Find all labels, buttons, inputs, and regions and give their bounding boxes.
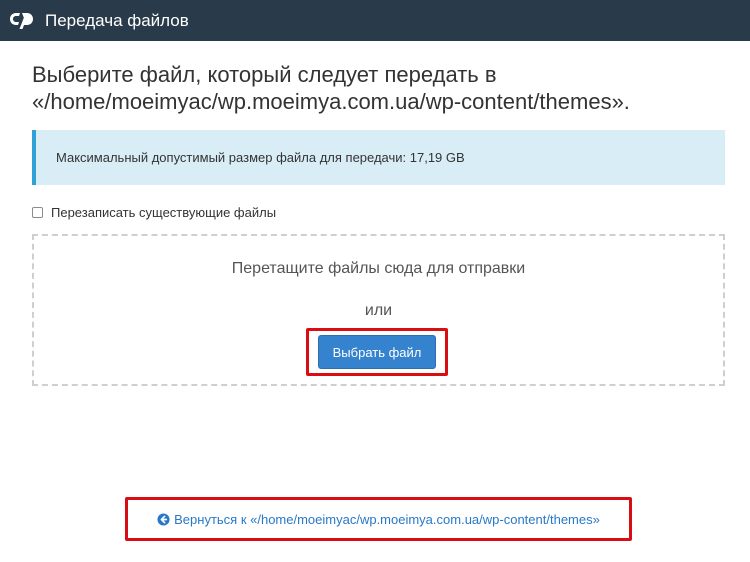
top-bar: Передача файлов — [0, 0, 750, 41]
choose-file-button[interactable]: Выбрать файл — [318, 335, 436, 369]
overwrite-checkbox[interactable] — [32, 207, 43, 218]
back-link[interactable]: Вернуться к «/home/moeimyac/wp.moeimya.c… — [157, 512, 600, 527]
back-link-text[interactable]: Вернуться к «/home/moeimyac/wp.moeimya.c… — [174, 512, 600, 527]
back-link-highlight: Вернуться к «/home/moeimyac/wp.moeimya.c… — [125, 497, 632, 541]
upload-heading: Выберите файл, который следует передать … — [32, 62, 630, 114]
overwrite-label[interactable]: Перезаписать существующие файлы — [51, 205, 276, 220]
drop-text: Перетащите файлы сюда для отправки — [231, 260, 526, 277]
file-dropzone[interactable]: Перетащите файлы сюда для отправки или В… — [32, 234, 725, 386]
overwrite-option[interactable]: Перезаписать существующие файлы — [32, 205, 276, 220]
page-title: Передача файлов — [45, 10, 189, 30]
max-size-alert: Максимальный допустимый размер файла для… — [32, 130, 725, 185]
arrow-circle-left-icon — [157, 512, 170, 526]
max-size-text: Максимальный допустимый размер файла для… — [56, 150, 465, 165]
cpanel-logo[interactable] — [9, 11, 35, 31]
choose-file-highlight: Выбрать файл — [306, 328, 448, 376]
cpanel-logo-icon — [10, 12, 33, 29]
or-text: или — [364, 302, 393, 319]
